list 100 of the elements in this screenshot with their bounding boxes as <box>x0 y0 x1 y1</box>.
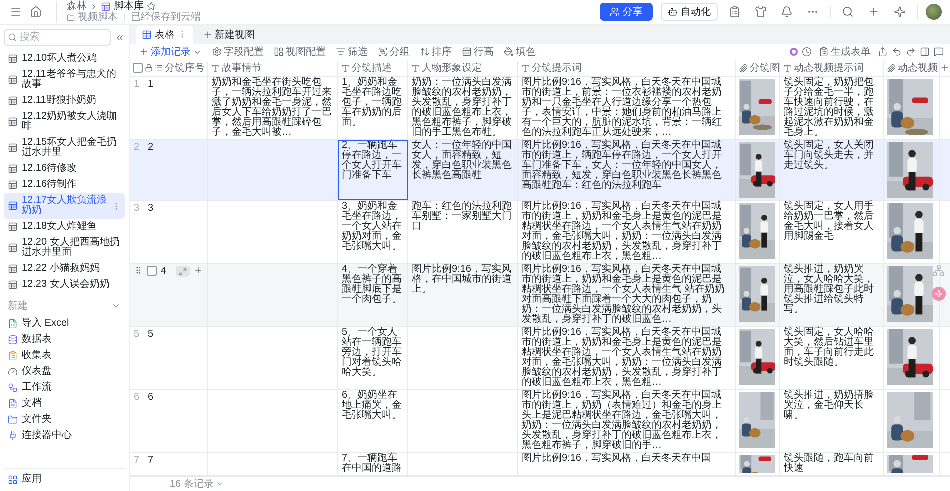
comment-icon[interactable] <box>934 47 944 58</box>
sidebar-item[interactable]: 12.16待修改 <box>4 161 125 177</box>
sidebar-item[interactable]: 12.10坏人煮公鸡 <box>4 51 125 67</box>
sidebar-item[interactable]: 应用 <box>4 472 125 488</box>
search-icon <box>842 6 854 18</box>
redo-icon[interactable] <box>906 47 916 58</box>
clipboard-icon <box>729 6 741 18</box>
column-header[interactable]: 动态视频 <box>898 61 938 76</box>
table-row[interactable]: 7 7 7、一辆跑车在中国的道路 图片比例9:16，写实风格，白天冬天在中国 镜头跟随，跑车向前快速 <box>130 453 950 476</box>
sort-icon <box>420 47 430 58</box>
sidebar-item[interactable]: 12.23 女人误会奶奶 <box>4 277 125 293</box>
sidebar-item[interactable]: 12.22 小猫救妈妈 <box>4 261 125 277</box>
sidebar-item[interactable]: 数据表 <box>4 332 125 348</box>
search-field[interactable]: 搜索 <box>4 29 111 46</box>
sidebar-item[interactable]: 12.11野狼扑奶奶 <box>4 93 125 109</box>
collapse-icon[interactable] <box>115 32 125 42</box>
toolbar-button[interactable]: 视图配置 <box>271 45 329 60</box>
home-icon[interactable] <box>30 6 42 18</box>
spreadsheet-icon <box>8 319 18 329</box>
table-cell: 图片比例9:16，写实风格，白天冬天在中国城市的街道上，辆跑车停在路边，一个女人打开车门准备下车，女人：一位年轻的中国女人，面容精致，短发，穿白色职业装黑色长裤黑色高跟鞋跑车：红色的法拉利跑车 <box>518 140 736 200</box>
text-type-icon <box>411 64 420 73</box>
table-row[interactable]: 5 5 5、一个女人站在一辆跑车旁边，打开车门对着镜头哈哈大笑。 图片比例9:16，写实风格，白天冬天在中国城市的街道上，奶奶和金毛身上是黄色的泥巴是粘稠状坐在路边，一个女人表情生气站在奶奶对面，金毛张嘴大叫，奶奶：一位满头白发满脸皱纹的农村老奶奶，头发散乱，身穿打补丁的破旧蓝色粗布上衣，黑色粗… 镜头固定，女人哈哈大笑，然后钻进车里面，车子向前行走此时镜头跟随。 <box>130 327 950 390</box>
share-button[interactable]: 分享 <box>600 3 653 21</box>
share-icon[interactable] <box>878 47 888 58</box>
users-icon <box>610 7 620 17</box>
sidebar-item[interactable]: 收集表 <box>4 348 125 364</box>
robot-icon <box>668 7 678 17</box>
folder-icon <box>8 415 18 425</box>
table-cell: 图片比例9:16，写实风格，白天冬天在中国城市的街道上，奶奶和金毛身上是黄色的泥巴是粘稠状坐在路边，一个女人表情生气站在奶奶对面，金毛张嘴大叫，奶奶：一位满头白发满脸皱纹的农村老奶奶，头发散乱，身穿打补丁的破旧蓝色粗布上衣，黑色粗… <box>518 327 736 389</box>
view-tab[interactable]: 表格 <box>136 26 193 44</box>
toolbar-button[interactable]: 筛选 <box>333 45 371 60</box>
sidebar-item[interactable]: 连接器中心 <box>4 428 125 444</box>
generate-form-button[interactable]: 生成表单 <box>816 45 874 60</box>
drag-handle-icon[interactable] <box>134 266 143 275</box>
table-cell: 2 <box>148 142 154 153</box>
folder-icon <box>67 14 75 22</box>
table-cell: 镜头跟随，跑车向前快速 <box>780 453 884 475</box>
sidebar-item[interactable]: 工作流 <box>4 380 125 396</box>
select-all-checkbox[interactable] <box>133 63 143 74</box>
toolbar-button[interactable]: 行高 <box>459 45 497 60</box>
table-row[interactable]: 6 6 6、奶奶坐在地上痛哭，金毛张嘴大叫。 图片比例9:16，写实风格，白天冬天在中国城市的街道上，奶奶（表情难过）和金毛的身上头上是泥巴粘稠状坐在路边，金毛张嘴大叫，奶奶：一位满头白发满脸皱纹的农村老奶奶，头发散乱，身穿打补丁的破旧蓝色粗布上衣，黑色粗布裤子，脚穿破旧的手… 镜头推进，奶奶捂脸哭泣，金毛仰天长啸。 <box>130 390 950 453</box>
sidebar-item[interactable]: 12.15坏女人把金毛扔进水井里 <box>4 135 125 161</box>
row-number: 6 <box>134 392 141 403</box>
text-type-icon <box>211 64 220 73</box>
table-cell: 1、奶奶和金毛坐在路边吃包子，一辆跑车在奶奶的后面。 <box>338 77 408 139</box>
toolbar-button[interactable]: 字段配置 <box>209 45 267 60</box>
expand-button[interactable] <box>176 266 190 277</box>
sparkle-icon <box>894 6 906 18</box>
paperclip-icon <box>739 64 748 73</box>
ring-icon[interactable] <box>790 48 798 56</box>
sidebar-item[interactable]: 文档 <box>4 396 125 412</box>
panel-icon[interactable] <box>920 47 930 58</box>
table-cell: 镜头固定，奶奶把包子分给金毛一半，跑车快速向前行驶，在路过泥坑的时候，溅起泥水激在奶奶和金毛身上。 <box>780 77 884 139</box>
datasheet-icon <box>8 243 18 253</box>
table-cell: 5 <box>148 329 154 340</box>
column-header[interactable]: 分镜序号 <box>165 61 205 76</box>
sidebar-item[interactable]: 12.18女人炸鲤鱼 <box>4 219 125 235</box>
table-row[interactable] <box>130 264 950 327</box>
filter-icon <box>336 47 346 58</box>
form-icon <box>819 47 829 58</box>
table-row[interactable] <box>130 77 950 140</box>
new-view-button[interactable]: 新建视图 <box>199 26 259 44</box>
add-icon[interactable] <box>194 266 203 275</box>
table-cell: 图片比例9:16，写实风格，在中国城市的街道上。 <box>408 264 518 326</box>
column-header[interactable]: 动态视频提示词 <box>794 61 864 76</box>
caret-icon <box>216 480 224 488</box>
column-header[interactable]: 分镜图 <box>750 61 779 76</box>
toolbar-button[interactable]: 填色 <box>501 45 539 60</box>
column-header[interactable]: 分镜提示词 <box>532 61 582 76</box>
menu-icon[interactable] <box>10 6 22 18</box>
table-row[interactable] <box>130 201 950 264</box>
automation-button[interactable]: 自动化 <box>661 3 718 21</box>
add-record-button[interactable]: 添加记录 <box>136 45 205 60</box>
sidebar-item[interactable]: 导入 Excel <box>4 316 125 332</box>
sidebar-item[interactable]: 12.20 女人把西高地扔进水井里面 <box>4 235 125 261</box>
sidebar-item[interactable]: 12.11老爷爷与忠犬的故事 <box>4 67 125 93</box>
clock-icon[interactable] <box>802 47 812 58</box>
sidebar-item[interactable]: 仪表盘 <box>4 364 125 380</box>
sidebar-item[interactable]: 文件夹 <box>4 412 125 428</box>
save-status: 已经保存到云端 <box>131 12 201 23</box>
undo-icon[interactable] <box>892 47 902 58</box>
toolbar-button[interactable]: 分组 <box>375 45 413 60</box>
avatar[interactable] <box>926 4 942 20</box>
expand-icon <box>179 268 187 276</box>
sidebar-item[interactable]: 12.12奶奶被女人浇咖啡 <box>4 109 125 135</box>
sidebar-item[interactable]: 12.17女人欺负流浪奶奶 <box>4 193 125 219</box>
row-checkbox[interactable] <box>147 266 157 276</box>
table-cell: 奶奶：一位满头白发满脸皱纹的农村老奶奶，头发散乱，身穿打补丁的破旧蓝色粗布上衣，黑色粗布裤子，脚穿破旧的手工黑色布鞋。 <box>408 77 518 139</box>
table-cell: 镜头固定，女人哈哈大笑，然后钻进车里面，车子向前行走此时镜头跟随。 <box>780 327 884 389</box>
star-icon[interactable] <box>147 2 156 11</box>
column-header[interactable]: 人物形象设定 <box>422 61 482 76</box>
column-header[interactable]: 故事情节 <box>222 61 262 76</box>
toolbar-button[interactable]: 排序 <box>417 45 455 60</box>
table-icon <box>142 30 152 40</box>
column-header[interactable]: 分镜描述 <box>352 61 392 76</box>
datasheet-icon <box>8 180 18 190</box>
sidebar-item[interactable]: 12.16待制作 <box>4 177 125 193</box>
table-cell: 图片比例9:16，写实风格，白天冬天在中国城市的街道上，奶奶和金毛身上是黄色的泥巴是粘稠状坐在路边，一个女人表情生气 站在奶奶对面高跟鞋下面踩着一个大大的肉包子，奶奶：一位满头白发满脸皱纹的农村老奶奶，头发散乱，身穿打补丁的破旧蓝色… <box>518 264 736 326</box>
breadcrumb-link[interactable]: 森林 <box>67 1 87 12</box>
add-column-icon[interactable] <box>940 63 950 74</box>
